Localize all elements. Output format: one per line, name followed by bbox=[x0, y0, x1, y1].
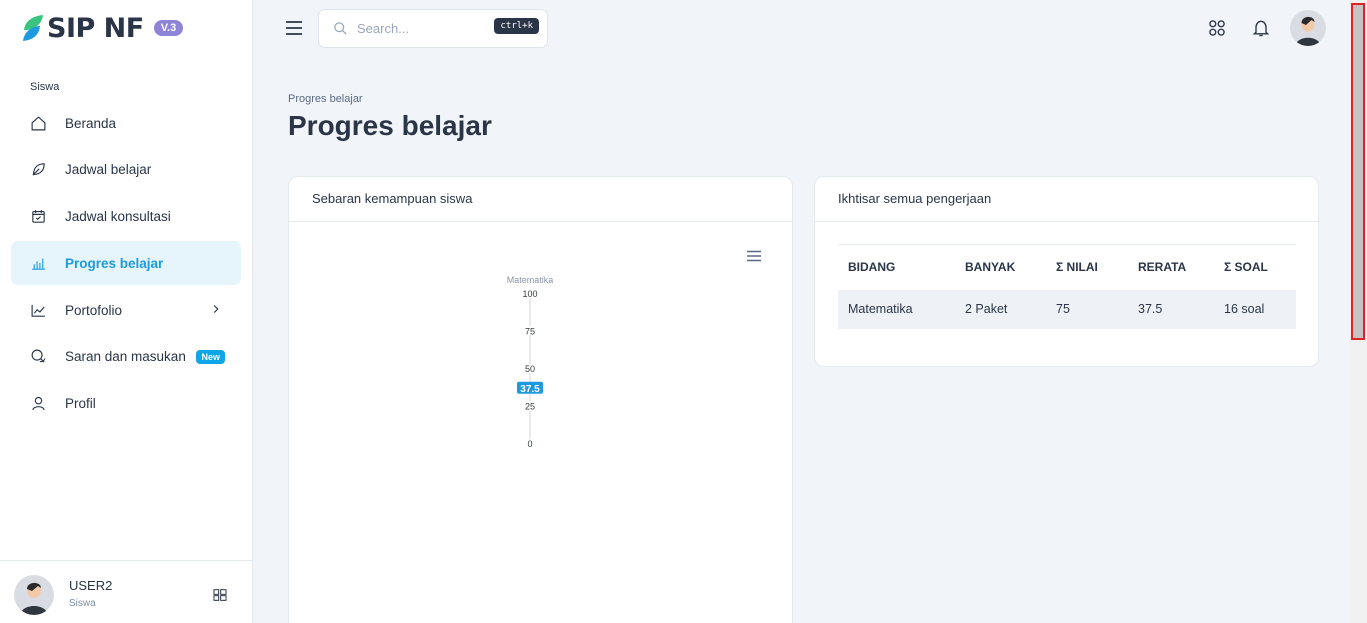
sidebar-item-beranda[interactable]: Beranda bbox=[11, 101, 241, 145]
search-input[interactable] bbox=[357, 21, 487, 36]
calendar-check-icon bbox=[29, 208, 47, 226]
leaf-icon bbox=[29, 161, 47, 179]
version-badge: V.3 bbox=[153, 20, 184, 36]
sidebar-user-panel: USER2 Siswa bbox=[0, 560, 252, 623]
column-header: RERATA bbox=[1128, 244, 1214, 290]
tick-label: 25 bbox=[525, 402, 535, 412]
chart-line-icon bbox=[29, 301, 47, 319]
table-cell: Matematika bbox=[838, 289, 955, 329]
menu-toggle-icon[interactable] bbox=[285, 20, 303, 36]
category-label: Matematika bbox=[507, 275, 554, 285]
table-cell: 37.5 bbox=[1128, 289, 1214, 329]
windows-icon[interactable] bbox=[212, 587, 228, 603]
sidebar-item-profil[interactable]: Profil bbox=[11, 382, 241, 426]
logo-leaf-icon bbox=[23, 15, 43, 41]
new-badge: New bbox=[196, 349, 225, 364]
summary-card-title: Ikhtisar semua pengerjaan bbox=[815, 177, 1318, 222]
column-header: Σ SOAL bbox=[1214, 244, 1296, 290]
table-header-row: BIDANG BANYAK Σ NILAI RERATA Σ SOAL bbox=[838, 244, 1296, 290]
table-row: Matematika 2 Paket 75 37.5 16 soal bbox=[838, 289, 1296, 329]
search-icon bbox=[334, 22, 347, 35]
chart-bar-icon bbox=[29, 254, 47, 272]
table-cell: 2 Paket bbox=[955, 289, 1046, 329]
column-header: Σ NILAI bbox=[1046, 244, 1128, 290]
apps-icon[interactable] bbox=[1207, 18, 1227, 38]
sidebar-item-saran-masukan[interactable]: Saran dan masukan New bbox=[11, 335, 241, 379]
chart-menu-icon[interactable] bbox=[746, 250, 762, 262]
nav-section-label: Siswa bbox=[30, 81, 60, 93]
sidebar-nav: Beranda Jadwal belajar Jadwal konsultasi… bbox=[11, 101, 241, 429]
home-icon bbox=[29, 114, 47, 132]
data-label: 37.5 bbox=[520, 384, 540, 395]
column-header: BANYAK bbox=[955, 244, 1046, 290]
scrollbar-thumb[interactable] bbox=[1351, 3, 1365, 340]
summary-table: BIDANG BANYAK Σ NILAI RERATA Σ SOAL Mate… bbox=[838, 244, 1296, 329]
sidebar: SIP NF V.3 Siswa Beranda Jadwal belajar … bbox=[0, 0, 253, 623]
chart-card-title: Sebaran kemampuan siswa bbox=[289, 177, 792, 222]
page-title: Progres belajar bbox=[288, 110, 492, 141]
tick-label: 75 bbox=[525, 327, 535, 337]
user-name: USER2 bbox=[69, 578, 113, 593]
sidebar-item-label: Jadwal belajar bbox=[65, 162, 152, 178]
ability-chart: Matematika 100 75 50 25 0 37.5 bbox=[507, 275, 554, 451]
tick-label: 50 bbox=[525, 364, 535, 374]
sidebar-item-label: Profil bbox=[65, 396, 96, 412]
user-icon bbox=[29, 395, 47, 413]
sidebar-item-label: Portofolio bbox=[65, 302, 123, 318]
breadcrumb: Progres belajar bbox=[288, 93, 363, 105]
sidebar-item-jadwal-belajar[interactable]: Jadwal belajar bbox=[11, 148, 241, 192]
brand-name: SIP NF bbox=[47, 12, 144, 44]
column-header: BIDANG bbox=[838, 244, 955, 290]
chevron-right-icon bbox=[213, 305, 219, 314]
user-role: Siswa bbox=[69, 598, 96, 609]
sidebar-item-label: Jadwal konsultasi bbox=[65, 209, 171, 225]
user-avatar[interactable] bbox=[14, 575, 54, 615]
tick-label: 100 bbox=[522, 289, 537, 299]
sidebar-item-jadwal-konsultasi[interactable]: Jadwal konsultasi bbox=[11, 195, 241, 239]
chat-icon bbox=[29, 348, 47, 366]
profile-avatar[interactable] bbox=[1290, 10, 1326, 46]
table-cell: 75 bbox=[1046, 289, 1128, 329]
search-box[interactable]: ctrl+k bbox=[318, 9, 548, 48]
sidebar-item-label: Progres belajar bbox=[65, 255, 164, 271]
table-cell: 16 soal bbox=[1214, 289, 1296, 329]
search-shortcut: ctrl+k bbox=[494, 18, 539, 34]
tick-label: 0 bbox=[527, 439, 532, 449]
sidebar-item-progres-belajar[interactable]: Progres belajar bbox=[11, 241, 241, 286]
bell-icon[interactable] bbox=[1251, 18, 1271, 38]
sidebar-item-portofolio[interactable]: Portofolio bbox=[11, 288, 241, 332]
sidebar-item-label: Saran dan masukan bbox=[65, 349, 186, 365]
sidebar-item-label: Beranda bbox=[65, 115, 117, 131]
brand-logo[interactable]: SIP NF V.3 bbox=[22, 12, 184, 44]
